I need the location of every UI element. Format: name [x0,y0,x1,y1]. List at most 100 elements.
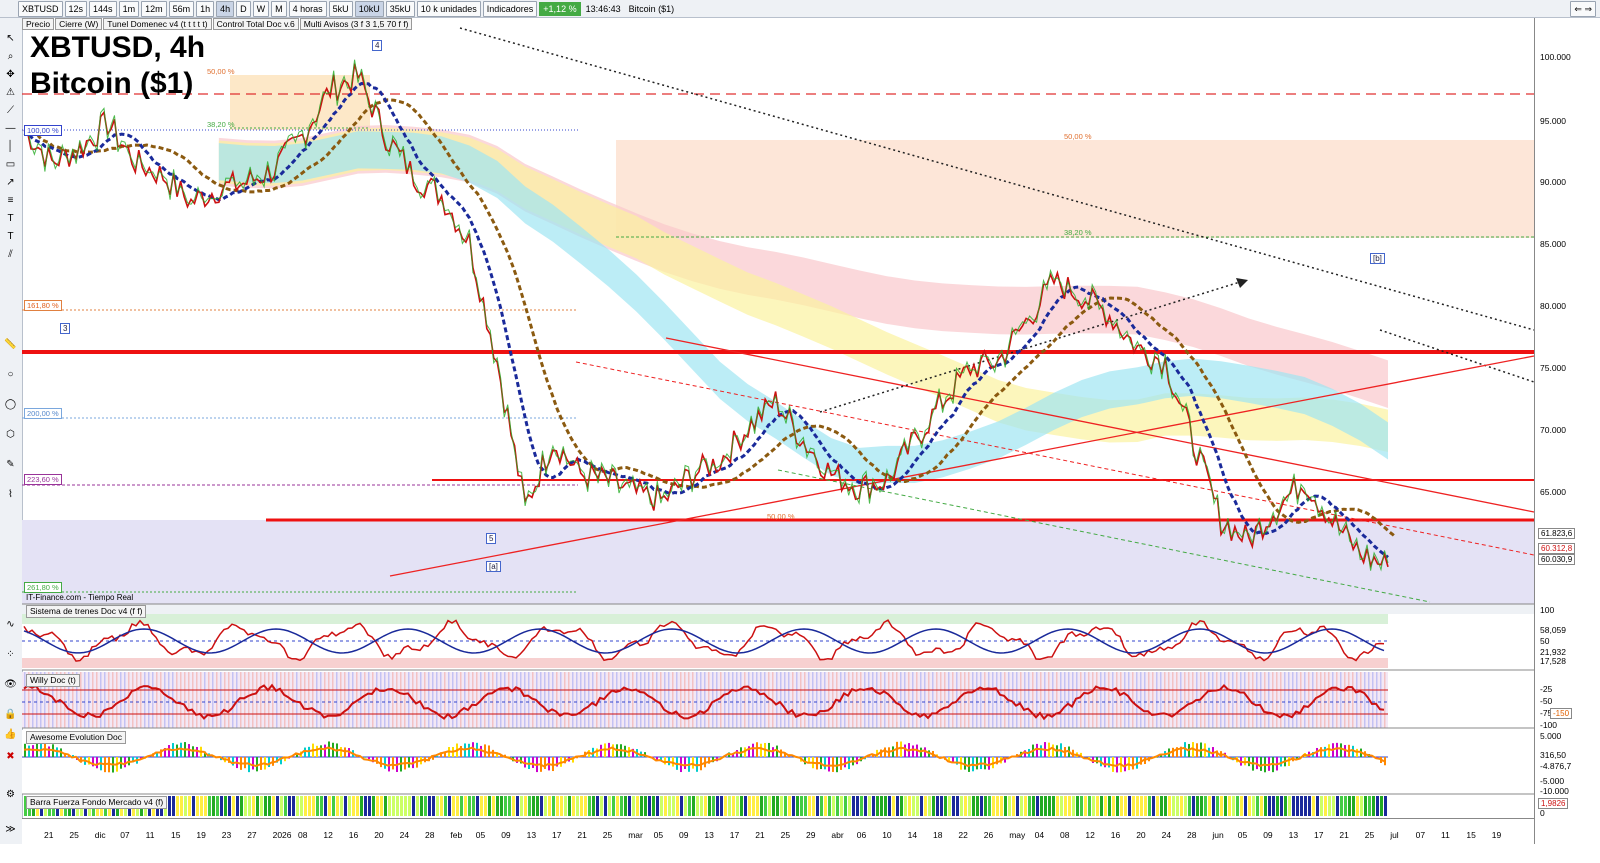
willy-bar [744,672,746,728]
fuerza-bar [1000,796,1003,816]
pane-title-awesome[interactable]: Awesome Evolution Doc [26,731,126,744]
willy-bar [96,672,98,728]
awesome-bar [340,747,342,757]
tab-precio[interactable]: Precio [22,18,55,30]
fuerza-bar [268,796,271,816]
awesome-bar [460,745,462,757]
willy-bar [332,672,334,728]
willy-bar [884,672,886,728]
fuerza-bar [916,796,919,816]
willy-bar [376,672,378,728]
time-tick: 21 [44,830,54,840]
time-tick: 11 [145,830,155,840]
fuerza-bar [1212,796,1215,816]
time-tick: 06 [856,830,867,840]
pane-title-trenes[interactable]: Sistema de trenes Doc v4 (f f) [26,605,147,618]
fuerza-bar [928,796,931,816]
fuerza-bar [1080,796,1083,816]
time-tick: 16 [1110,830,1121,840]
fuerza-bar [656,796,659,816]
fuerza-bar [792,796,795,816]
time-tick: 25 [1364,830,1375,840]
time-tick: 17 [552,830,562,840]
willy-bar [80,672,82,728]
willy-bar [1216,672,1218,728]
awesome-bar [316,745,318,757]
time-tick: 15 [171,830,181,840]
pane-title-barra[interactable]: Barra Fuerza Fondo Mercado v4 (f) [26,796,168,809]
willy-bar [1096,672,1098,728]
willy-bar [1208,672,1210,728]
fuerza-bar [544,796,547,816]
osc1-tick: 58,059 [1540,625,1566,635]
fuerza-bar [296,796,299,816]
osc1-tick: 100 [1540,605,1555,615]
willy-bar [976,672,978,728]
fuerza-bar [1160,796,1163,816]
awesome-bar [344,747,346,757]
fuerza-bar [196,796,199,816]
time-tick: 09 [1263,830,1273,840]
fuerza-bar [1092,796,1095,816]
willy-bar [1100,672,1102,728]
fuerza-bar [1028,796,1031,816]
fuerza-bar [980,796,983,816]
willy-bar [664,672,666,728]
willy-bar [420,672,422,728]
willy-bar [1240,672,1242,728]
fuerza-bar [776,796,779,816]
awesome-bar [532,757,534,768]
willy-bar [204,672,206,728]
willy-bar [260,672,262,728]
fuerza-bar [344,796,347,816]
fuerza-bar [1360,796,1363,816]
fuerza-bar [484,796,487,816]
willy-bar [192,672,194,728]
fuerza-bar [816,796,819,816]
tab-tunel[interactable]: Tunel Domenec v4 (t t t t t) [103,18,212,30]
fuerza-bar [952,796,955,816]
tab-control-total[interactable]: Control Total Doc v.6 [212,18,299,30]
fuerza-bar [256,796,259,816]
tab-multi-avisos[interactable]: Multi Avisos (3 f 3 1,5 70 f f) [299,18,413,30]
fuerza-bar [1348,796,1351,816]
chart-canvas[interactable] [0,0,1600,863]
fuerza-bar [436,796,439,816]
time-tick: 21 [577,830,587,840]
fuerza-bar [860,796,863,816]
fuerza-bar [768,796,771,816]
fuerza-bar [640,796,643,816]
fuerza-bar [868,796,871,816]
awesome-bar [828,757,830,772]
fuerza-bar [892,796,895,816]
willy-bar [300,672,302,728]
awesome-bar [32,745,34,757]
willy-bar [828,672,830,728]
fuerza-bar [1228,796,1231,816]
willy-bar [368,672,370,728]
wave-label: [b] [1370,253,1385,264]
fuerza-bar [376,796,379,816]
fuerza-bar [968,796,971,816]
fuerza-bar [220,796,223,816]
awesome-bar [1132,757,1134,770]
price-tick: 100.000 [1540,52,1571,62]
fuerza-bar [248,796,251,816]
willy-bar [648,672,650,728]
willy-bar [576,672,578,728]
willy-bar [920,672,922,728]
willy-bar [960,672,962,728]
willy-bar [868,672,870,728]
willy-bar [484,672,486,728]
fuerza-bar [1220,796,1223,816]
tab-cierre[interactable]: Cierre (W) [55,18,103,30]
pane-title-willy[interactable]: Willy Doc (t) [26,674,80,687]
willy-bar [852,672,854,728]
fuerza-bar [372,796,375,816]
time-tick: 18 [933,830,943,840]
fuerza-bar [1252,796,1255,816]
fuerza-bar [584,796,587,816]
fuerza-bar [740,796,743,816]
time-tick: 04 [1034,830,1045,840]
willy-bar [624,672,626,728]
